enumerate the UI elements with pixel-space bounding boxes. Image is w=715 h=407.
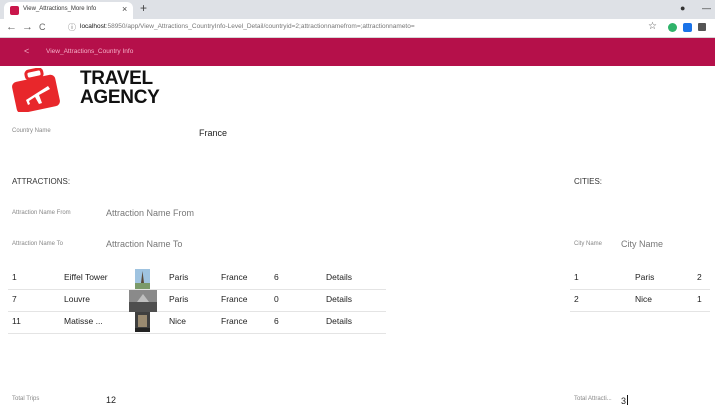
reload-icon[interactable]: C [39,22,46,32]
louvre-photo-icon [129,290,157,312]
browser-address-bar: ← → C ⓘ localhost:58950/app/View_Attract… [0,19,715,38]
logo-line-travel: TRAVEL [80,68,153,89]
city-row[interactable]: 2 Nice 1 [570,290,710,312]
details-link[interactable]: Details [326,316,352,326]
back-arrow-icon[interactable]: ← [6,21,17,33]
total-trips-label: Total Trips [12,396,40,402]
total-attractions-value: 3 [621,396,627,406]
new-tab-icon[interactable]: + [140,1,147,15]
city-name: Nice [635,294,653,304]
extension-grid-icon[interactable] [698,23,706,31]
attraction-name-from-input[interactable] [106,208,286,218]
matisse-photo-icon [135,312,150,332]
extension-blue-icon[interactable] [683,23,692,32]
attraction-row[interactable]: 7 Louvre Paris France 0 Details [8,290,386,312]
logo-line-agency: AGENCY [80,87,160,108]
attraction-id: 7 [12,294,17,304]
attraction-trips: 6 [274,272,279,282]
url-host: localhost [80,23,106,30]
browser-tab-bar: View_Attractions_More Info × + ● — [0,0,715,19]
city-row[interactable]: 1 Paris 2 [570,268,710,290]
url-path: :58950/app/View_Attractions_CountryInfo-… [105,23,415,30]
attraction-city: Paris [169,294,189,304]
city-name-label: City Name [574,241,603,247]
details-link[interactable]: Details [326,272,352,282]
bookmark-star-icon[interactable]: ☆ [648,21,657,32]
city-name-input[interactable] [621,239,711,249]
site-info-icon[interactable]: ⓘ [68,22,76,33]
extension-green-icon[interactable] [668,23,677,32]
eiffel-tower-photo-icon [135,269,150,289]
attraction-country: France [221,294,248,304]
window-minimize-icon[interactable]: — [702,3,711,13]
forward-arrow-icon[interactable]: → [22,21,33,33]
city-attraction-count: 1 [697,294,702,304]
country-name-label: Country Name [12,128,51,134]
city-name: Paris [635,272,655,282]
details-link[interactable]: Details [326,294,352,304]
attraction-row[interactable]: 11 Matisse ... Nice France 6 Details [8,312,386,334]
city-id: 2 [574,294,579,304]
tab-title: View_Attractions_More Info [23,6,97,12]
tab-close-icon[interactable]: × [122,4,127,14]
attraction-name: Matisse ... [64,316,103,326]
attraction-country: France [221,316,248,326]
attraction-name-to-label: Attraction Name To [12,241,63,247]
attraction-id: 11 [12,316,21,326]
suitcase-airplane-logo-icon [12,68,60,112]
country-name-value: France [199,128,228,138]
url-text: localhost:58950/app/View_Attractions_Cou… [80,23,415,30]
attraction-name: Eiffel Tower [64,272,108,282]
attraction-name-to-input[interactable] [106,239,286,249]
attraction-id: 1 [12,272,17,282]
attraction-name: Louvre [64,294,90,304]
url-field[interactable]: ⓘ localhost:58950/app/View_Attractions_C… [68,22,628,35]
total-trips-value: 12 [106,395,117,405]
attractions-section-title: ATTRACTIONS: [12,177,71,186]
attraction-city: Nice [169,316,187,326]
attraction-country: France [221,272,248,282]
attraction-trips: 6 [274,316,279,326]
total-attractions-label: Total Attracti... [574,396,612,402]
logo-wordmark: TRAVEL AGENCY [80,69,160,107]
back-chevron-icon[interactable]: < [24,46,29,56]
text-cursor [627,395,629,405]
page-title: View_Attractions_Country Info [46,48,134,55]
app-header: < View_Attractions_Country Info [0,38,715,66]
city-attraction-count: 2 [697,272,702,282]
city-id: 1 [574,272,579,282]
cities-section-title: CITIES: [574,177,603,186]
attraction-city: Paris [169,272,189,282]
window-dot-icon[interactable]: ● [680,3,685,13]
browser-tab[interactable]: View_Attractions_More Info × [4,2,133,19]
attraction-name-from-label: Attraction Name From [12,210,71,216]
tab-favicon-icon [10,6,19,15]
attraction-trips: 0 [274,294,279,304]
total-attractions-field[interactable]: 3 [621,395,629,406]
attraction-row[interactable]: 1 Eiffel Tower Paris France 6 Details [8,268,386,290]
